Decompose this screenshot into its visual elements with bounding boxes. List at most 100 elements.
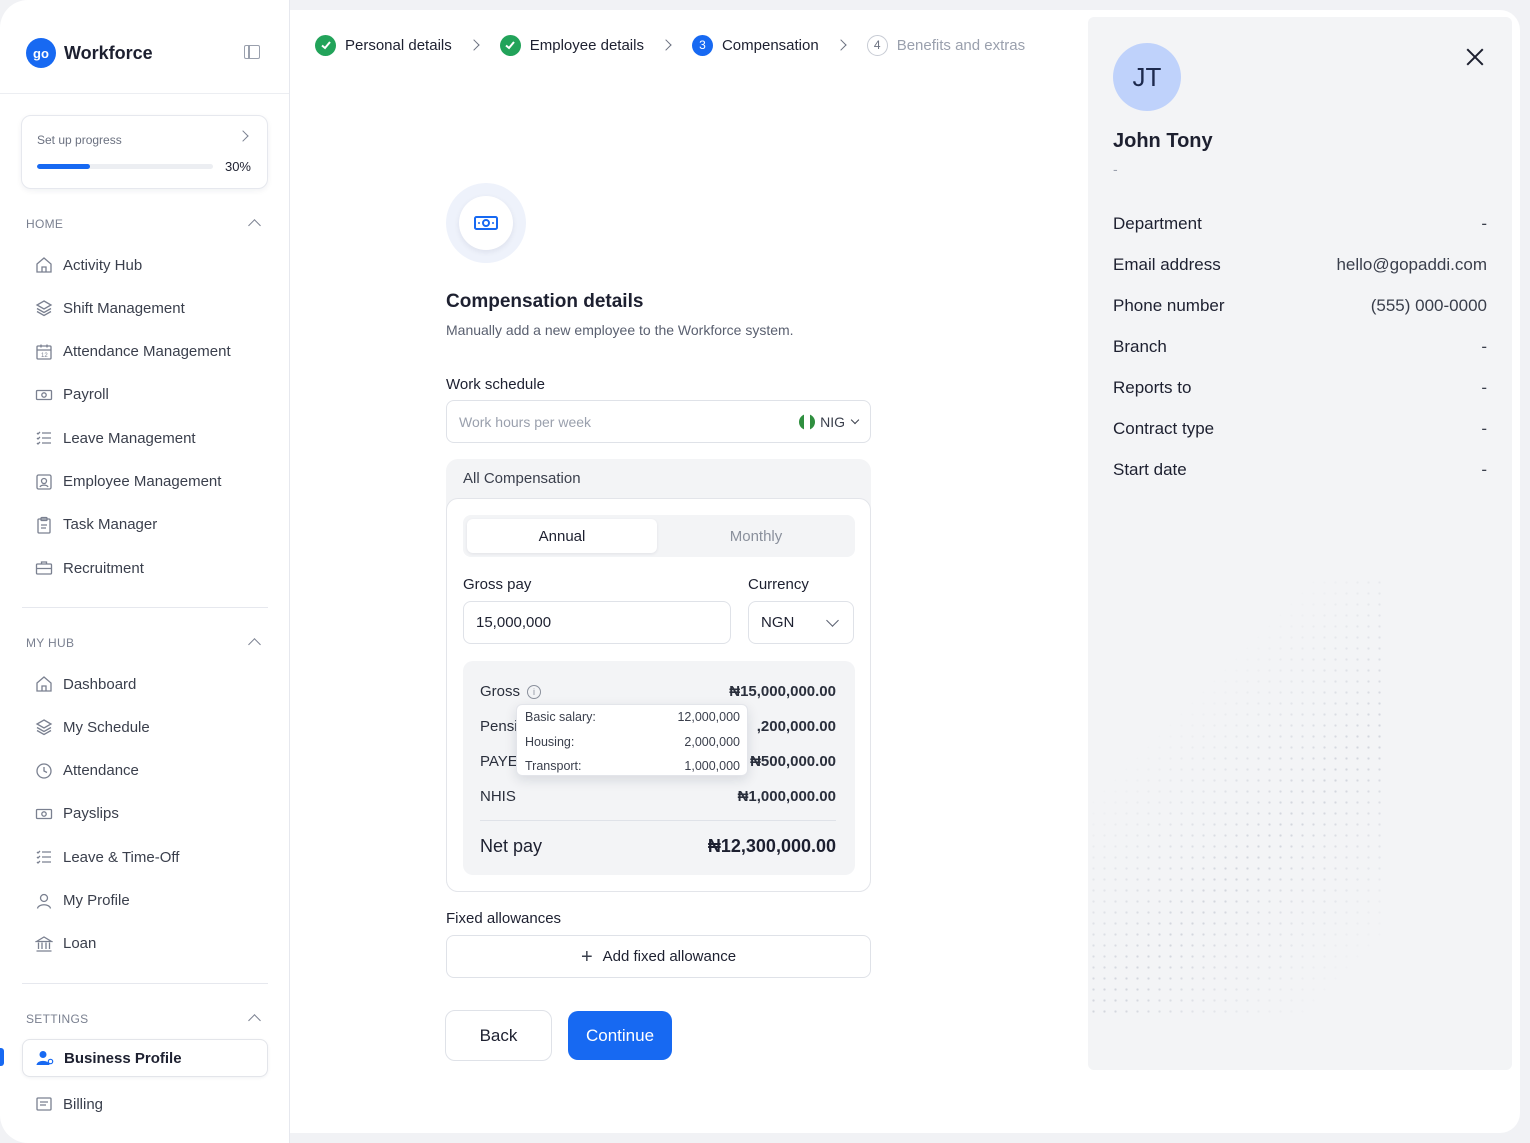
sidebar-item-label: My Schedule xyxy=(63,718,150,736)
tab-annual[interactable]: Annual xyxy=(467,519,657,553)
summary-row-nhis: NHIS ₦1,000,000.00 xyxy=(480,788,836,805)
sidebar-item-my-schedule[interactable]: My Schedule xyxy=(22,708,268,746)
sidebar-item-label: Task Manager xyxy=(63,516,158,534)
profile-row-value: hello@gopaddi.com xyxy=(1336,255,1487,274)
chevron-down-icon[interactable] xyxy=(850,415,860,425)
currency-label: Currency xyxy=(748,576,809,593)
brand[interactable]: go Workforce xyxy=(26,38,153,68)
layers-icon xyxy=(35,718,53,736)
active-nav-marker xyxy=(0,1048,4,1066)
sidebar-item-shift-management[interactable]: Shift Management xyxy=(22,289,268,327)
period-toggle: Annual Monthly xyxy=(463,515,855,557)
chevron-right-icon xyxy=(237,130,249,142)
sidebar-item-task-manager[interactable]: Task Manager xyxy=(22,506,268,544)
sidebar-item-employee-management[interactable]: Employee Management xyxy=(22,463,268,501)
profile-row-label: Department xyxy=(1113,214,1202,233)
compensation-hero xyxy=(446,183,526,263)
employee-preview-panel: JT John Tony - Department - Email address h… xyxy=(1088,17,1512,1070)
bank-icon xyxy=(35,935,53,953)
work-hours-placeholder: Work hours per week xyxy=(459,413,592,430)
sidebar-item-loan[interactable]: Loan xyxy=(22,925,268,963)
close-icon[interactable] xyxy=(1464,46,1486,68)
money-icon xyxy=(35,386,53,404)
sidebar-item-payroll[interactable]: Payroll xyxy=(22,376,268,414)
sidebar-item-label: Leave & Time-Off xyxy=(63,848,180,866)
step-personal-details[interactable]: Personal details xyxy=(315,34,452,56)
work-hours-input[interactable]: Work hours per week NIG xyxy=(446,400,871,443)
all-compensation-panel: All Compensation Annual Monthly Gross pa… xyxy=(446,459,871,892)
summary-row-gross: Gross i ₦15,000,000.00 xyxy=(480,683,836,700)
tab-monthly[interactable]: Monthly xyxy=(661,519,851,553)
profile-row-label: Branch xyxy=(1113,337,1167,356)
sidebar-item-attendance[interactable]: Attendance xyxy=(22,752,268,790)
list-icon xyxy=(35,429,53,447)
sidebar-item-dashboard[interactable]: Dashboard xyxy=(22,665,268,703)
step-label: Personal details xyxy=(345,36,452,54)
sidebar-item-payslips[interactable]: Payslips xyxy=(22,795,268,833)
sidebar-item-business-profile[interactable]: Business Profile xyxy=(22,1039,268,1077)
money-icon xyxy=(35,805,53,823)
check-icon xyxy=(315,34,336,56)
add-fixed-allowance-button[interactable]: + Add fixed allowance xyxy=(446,935,871,978)
calendar-icon: 12 xyxy=(35,343,53,361)
all-compensation-label: All Compensation xyxy=(463,470,581,487)
check-icon xyxy=(499,34,521,56)
step-benefits-and-extras[interactable]: 4 Benefits and extras xyxy=(866,34,1025,56)
profile-row-phone-number: Phone number (555) 000-0000 xyxy=(1113,296,1487,316)
sidebar-item-my-profile[interactable]: My Profile xyxy=(22,882,268,920)
chevron-right-icon xyxy=(835,39,847,51)
sidebar-item-attendance-management[interactable]: 12 Attendance Management xyxy=(22,333,268,371)
info-icon[interactable]: i xyxy=(527,685,542,700)
gross-pay-input[interactable]: 15,000,000 xyxy=(463,601,731,644)
country-code[interactable]: NIG xyxy=(820,414,845,430)
gross-breakdown-tooltip: Basic salary: 12,000,000 Housing: 2,000,000… xyxy=(516,704,748,776)
money-icon xyxy=(474,216,498,230)
step-label: Compensation xyxy=(721,36,819,54)
back-button[interactable]: Back xyxy=(445,1010,552,1061)
continue-button[interactable]: Continue xyxy=(568,1011,672,1060)
briefcase-icon xyxy=(35,559,53,577)
id-card-icon xyxy=(35,473,53,491)
step-compensation[interactable]: 3 Compensation xyxy=(691,34,819,56)
tooltip-label: Basic salary: xyxy=(525,710,596,724)
paye-value: ₦500,000.00 xyxy=(750,753,836,770)
main-panel: Personal details Employee details 3 Compens… xyxy=(290,10,1520,1133)
sidebar-item-label: Loan xyxy=(63,935,97,953)
chevron-down-icon xyxy=(826,613,839,627)
form-subtitle: Manually add a new employee to the Workf… xyxy=(446,322,794,338)
home-icon xyxy=(35,675,53,693)
profile-row-email-address: Email address hello@gopaddi.com xyxy=(1113,255,1487,275)
sidebar-item-label: Payslips xyxy=(63,805,119,823)
nhis-value: ₦1,000,000.00 xyxy=(737,788,836,805)
chevron-up-icon[interactable] xyxy=(248,638,261,651)
tooltip-value: 2,000,000 xyxy=(684,734,740,749)
form-title: Compensation details xyxy=(446,291,644,312)
step-employee-details[interactable]: Employee details xyxy=(499,34,644,56)
compensation-card: Annual Monthly Gross pay Currency 15,000… xyxy=(446,498,871,892)
sidebar-item-label: Shift Management xyxy=(63,299,185,317)
currency-select[interactable]: NGN xyxy=(748,601,854,644)
profile-row-contract-type: Contract type - xyxy=(1113,419,1487,439)
section-my-hub: MY HUB xyxy=(26,636,75,650)
setup-progress-card[interactable]: Set up progress 30% xyxy=(21,115,268,189)
sidebar-item-recruitment[interactable]: Recruitment xyxy=(22,549,268,587)
sidebar-item-billing[interactable]: Billing xyxy=(22,1085,268,1123)
sidebar-item-label: My Profile xyxy=(63,892,130,909)
profile-row-start-date: Start date - xyxy=(1113,460,1487,480)
chevron-right-icon xyxy=(468,39,480,51)
profile-row-value: - xyxy=(1481,460,1487,479)
nigeria-flag-icon xyxy=(799,413,816,430)
divider xyxy=(22,983,268,984)
nhis-label: NHIS xyxy=(480,788,516,805)
sidebar-item-leave-time-off[interactable]: Leave & Time-Off xyxy=(22,838,268,876)
sidebar-item-activity-hub[interactable]: Activity Hub xyxy=(22,246,268,284)
brand-logo: go xyxy=(26,38,56,68)
profile-row-value: - xyxy=(1481,378,1487,397)
chevron-up-icon[interactable] xyxy=(248,219,261,232)
profile-row-value: - xyxy=(1481,214,1487,233)
sidebar-item-leave-management[interactable]: Leave Management xyxy=(22,419,268,457)
pension-label: Pensi xyxy=(480,718,518,735)
chevron-up-icon[interactable] xyxy=(248,1014,261,1027)
profile-row-label: Email address xyxy=(1113,255,1221,274)
sidebar-collapse-icon[interactable] xyxy=(244,45,260,59)
